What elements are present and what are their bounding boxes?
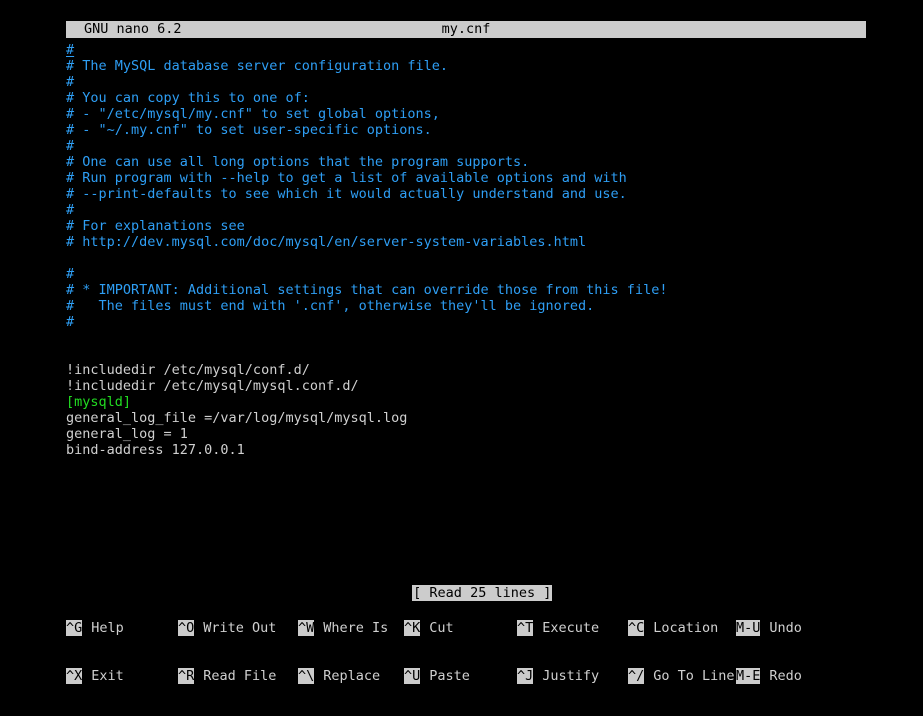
editor-line: # (66, 42, 876, 58)
shortcut-help[interactable]: ^G Help (66, 620, 124, 636)
editor-line: # For explanations see (66, 218, 245, 234)
shortcut-replace[interactable]: ^\ Replace (298, 668, 380, 684)
shortcut-paste[interactable]: ^U Paste (404, 668, 470, 684)
text-cursor: # (66, 42, 75, 58)
shortcut-label: Replace (323, 668, 381, 684)
editor-text-area[interactable]: # # The MySQL database server configurati… (66, 42, 876, 458)
shortcut-key: ^U (404, 668, 421, 684)
shortcut-label: Write Out (203, 620, 277, 636)
shortcut-label: Read File (203, 668, 277, 684)
shortcut-key: ^C (628, 620, 645, 636)
shortcut-write-out[interactable]: ^O Write Out (178, 620, 276, 636)
editor-line: # The MySQL database server configuratio… (66, 58, 449, 74)
shortcut-read-file[interactable]: ^R Read File (178, 668, 276, 684)
shortcut-label: Redo (769, 668, 802, 684)
shortcut-location[interactable]: ^C Location (628, 620, 718, 636)
shortcut-key: M-U (736, 620, 761, 636)
shortcut-label: Where Is (323, 620, 389, 636)
editor-line: # * IMPORTANT: Additional settings that … (66, 282, 668, 298)
editor-line: # (66, 314, 75, 330)
editor-line: # (66, 74, 75, 90)
shortcut-key: ^T (517, 620, 534, 636)
editor-line: general_log_file =/var/log/mysql/mysql.l… (66, 410, 408, 426)
editor-line: bind-address 127.0.0.1 (66, 442, 245, 458)
editor-line: # One can use all long options that the … (66, 154, 530, 170)
shortcut-bar: ^G Help ^O Write Out ^W Where Is ^K Cut ^T Execut… (66, 588, 876, 684)
shortcut-label: Justify (542, 668, 600, 684)
editor-line: general_log = 1 (66, 426, 188, 442)
editor-line: # The files must end with '.cnf', otherw… (66, 298, 595, 314)
shortcut-label: Paste (429, 668, 470, 684)
editor-line: # - "~/.my.cnf" to set user-specific opt… (66, 122, 432, 138)
shortcut-redo[interactable]: M-E Redo (736, 668, 802, 684)
editor-line: !includedir /etc/mysql/conf.d/ (66, 362, 310, 378)
shortcut-undo[interactable]: M-U Undo (736, 620, 802, 636)
shortcut-row-1: ^G Help ^O Write Out ^W Where Is ^K Cut ^T Execut… (66, 620, 876, 636)
nano-filename-label: my.cnf (441, 21, 491, 37)
status-message-bar: [ Read 25 lines ] (66, 569, 866, 601)
shortcut-label: Help (91, 620, 124, 636)
shortcut-justify[interactable]: ^J Justify (517, 668, 599, 684)
shortcut-row-2: ^X Exit ^R Read File ^\ Replace ^U Paste ^J Justi… (66, 668, 876, 684)
shortcut-label: Undo (769, 620, 802, 636)
editor-line: # You can copy this to one of: (66, 90, 310, 106)
shortcut-key: ^O (178, 620, 195, 636)
shortcut-key: ^\ (298, 668, 315, 684)
shortcut-label: Location (653, 620, 719, 636)
terminal-window: GNU nano 6.2 my.cnf # # The MySQL databas… (0, 0, 923, 684)
shortcut-key: ^K (404, 620, 421, 636)
shortcut-key: ^/ (628, 668, 645, 684)
shortcut-where-is[interactable]: ^W Where Is (298, 620, 388, 636)
shortcut-label: Exit (91, 668, 124, 684)
editor-line: # http://dev.mysql.com/doc/mysql/en/serv… (66, 234, 587, 250)
shortcut-key: ^G (66, 620, 83, 636)
shortcut-cut[interactable]: ^K Cut (404, 620, 454, 636)
editor-line: # Run program with --help to get a list … (66, 170, 627, 186)
nano-title-bar: GNU nano 6.2 my.cnf (66, 21, 866, 38)
shortcut-label: Cut (429, 620, 454, 636)
shortcut-execute[interactable]: ^T Execute (517, 620, 599, 636)
shortcut-label: Go To Line (653, 668, 735, 684)
shortcut-go-to-line[interactable]: ^/ Go To Line (628, 668, 735, 684)
editor-line: !includedir /etc/mysql/mysql.conf.d/ (66, 378, 359, 394)
editor-line: # - "/etc/mysql/my.cnf" to set global op… (66, 106, 440, 122)
editor-line: # --print-defaults to see which it would… (66, 186, 627, 202)
editor-line: # (66, 138, 75, 154)
editor-line: # (66, 202, 75, 218)
shortcut-exit[interactable]: ^X Exit (66, 668, 124, 684)
shortcut-key: ^J (517, 668, 534, 684)
shortcut-key: ^R (178, 668, 195, 684)
shortcut-key: ^W (298, 620, 315, 636)
shortcut-key: M-E (736, 668, 761, 684)
shortcut-label: Execute (542, 620, 600, 636)
editor-line: [mysqld] (66, 394, 132, 410)
editor-line: # (66, 266, 75, 282)
shortcut-key: ^X (66, 668, 83, 684)
